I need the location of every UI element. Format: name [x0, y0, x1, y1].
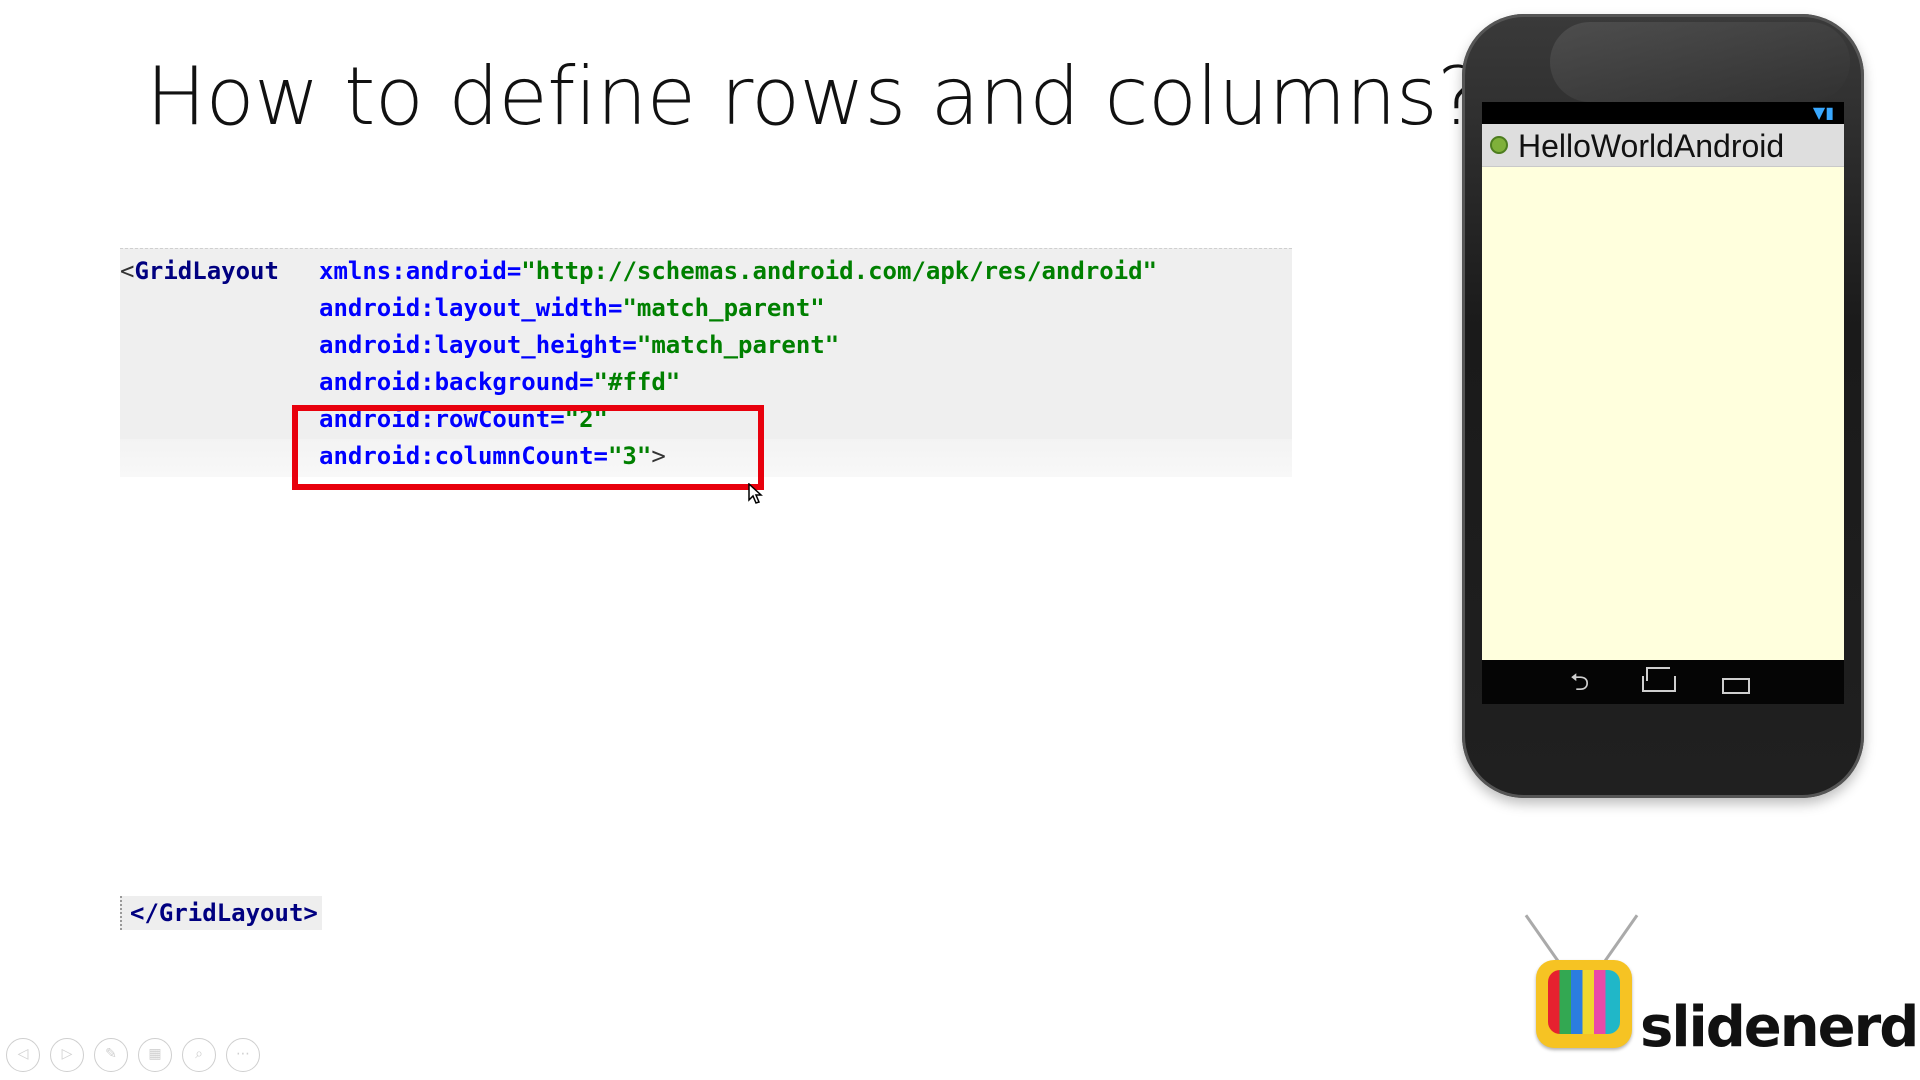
layout-width-attr: android:layout_width= [319, 294, 623, 322]
zoom-icon[interactable]: ⌕ [182, 1038, 216, 1072]
layout-height-attr: android:layout_height= [319, 331, 637, 359]
angle-open: < [120, 257, 135, 285]
back-icon[interactable]: ⮌ [1570, 668, 1589, 696]
action-bar: HelloWorldAndroid [1482, 124, 1844, 167]
slide-title: How to define rows and columns? [146, 50, 1480, 143]
xmlns-value: "http://schemas.android.com/apk/res/andr… [521, 257, 1158, 285]
code-line-1-attrs: xmlns:android="http://schemas.android.co… [319, 256, 1157, 286]
phone-screen: ▼▮ HelloWorldAndroid ⮌ [1482, 102, 1844, 704]
tv-logo-screen [1548, 970, 1620, 1034]
navigation-bar: ⮌ [1482, 660, 1844, 704]
next-slide-icon[interactable]: ▷ [50, 1038, 84, 1072]
layout-height-value: "match_parent" [636, 331, 840, 359]
background-value: "#ffd" [593, 368, 681, 396]
code-line-4: android:background="#ffd" [319, 367, 680, 397]
antenna-left [1524, 914, 1563, 967]
gridlayout-close-tag: </GridLayout> [120, 896, 322, 930]
code-line-2: android:layout_width="match_parent" [319, 293, 825, 323]
previous-slide-icon[interactable]: ◁ [6, 1038, 40, 1072]
brand-logo-text: slidenerd [1640, 995, 1919, 1060]
layout-width-value: "match_parent" [622, 294, 825, 322]
gridlayout-tag: GridLayout [134, 257, 279, 285]
code-line-3: android:layout_height="match_parent" [319, 330, 839, 360]
slides-grid-icon[interactable]: ▦ [138, 1038, 172, 1072]
background-attr: android:background= [319, 368, 594, 396]
antenna-right [1600, 914, 1639, 967]
presentation-controls: ◁ ▷ ✎ ▦ ⌕ ⋯ [6, 1038, 260, 1072]
status-bar: ▼▮ [1482, 102, 1844, 124]
recent-apps-icon[interactable] [1722, 678, 1750, 694]
code-line-1: <GridLayout [120, 256, 279, 286]
more-options-icon[interactable]: ⋯ [226, 1038, 260, 1072]
xmlns-attr: xmlns:android= [319, 257, 522, 285]
pen-icon[interactable]: ✎ [94, 1038, 128, 1072]
phone-glare [1550, 22, 1850, 102]
highlight-box [292, 405, 764, 490]
signal-battery-icon: ▼▮ [1812, 103, 1834, 122]
app-title: HelloWorldAndroid [1518, 128, 1785, 164]
mouse-cursor-icon [748, 483, 763, 504]
home-icon[interactable] [1642, 676, 1676, 692]
android-app-icon [1490, 136, 1508, 154]
